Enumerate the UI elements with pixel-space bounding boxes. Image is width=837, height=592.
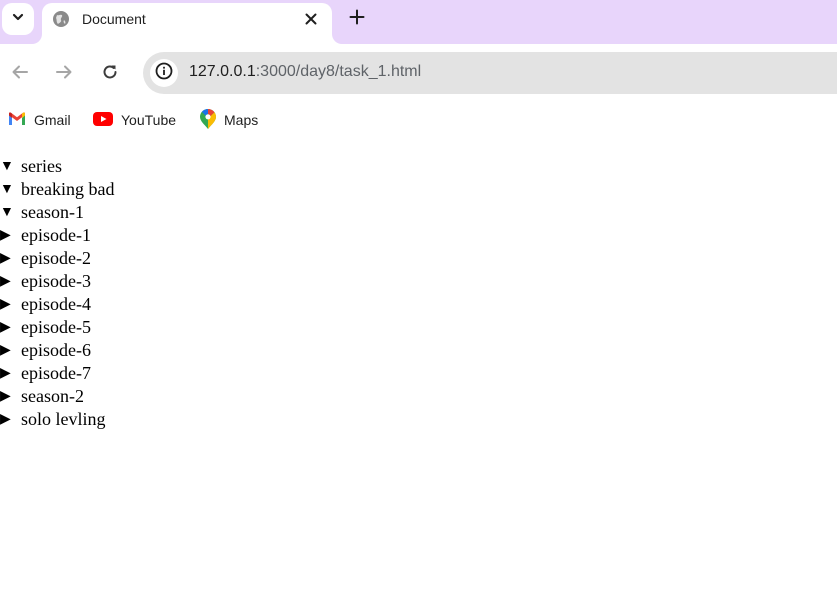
bookmark-label: Maps [224, 112, 259, 128]
tree-item-label: episode-2 [21, 248, 91, 268]
maps-icon [200, 108, 224, 132]
triangle-right-icon: ▶ [0, 251, 11, 266]
tree-item-label: episode-6 [21, 340, 91, 360]
tree-item-label: breaking bad [21, 179, 115, 199]
bookmark-maps[interactable]: Maps [200, 108, 259, 132]
tree-item-label: season-2 [21, 386, 84, 406]
bookmarks-bar: Gmail YouTube Maps [0, 102, 837, 138]
triangle-right-icon: ▶ [0, 343, 11, 358]
close-icon[interactable] [301, 9, 321, 29]
bookmark-label: YouTube [121, 112, 177, 128]
tree-item-label: episode-7 [21, 363, 91, 383]
bookmark-label: Gmail [34, 112, 71, 128]
triangle-right-icon: ▶ [0, 320, 11, 335]
tree-item-episode-5[interactable]: ▶ episode-5 [0, 316, 837, 339]
plus-icon [349, 9, 365, 30]
tree-item-label: episode-3 [21, 271, 91, 291]
url-path: :3000/day8/task_1.html [255, 63, 422, 80]
forward-button[interactable] [50, 60, 78, 88]
tree-item-label: episode-5 [21, 317, 91, 337]
new-tab-button[interactable] [345, 7, 369, 31]
bookmark-gmail[interactable]: Gmail [8, 109, 71, 131]
tab-search-button[interactable] [2, 3, 34, 35]
tree-item-label: series [21, 156, 62, 176]
triangle-right-icon: ▶ [0, 366, 11, 381]
tab-strip: Document [0, 0, 837, 44]
tree-item-episode-2[interactable]: ▶ episode-2 [0, 247, 837, 270]
triangle-right-icon: ▶ [0, 274, 11, 289]
arrow-left-icon [11, 63, 29, 86]
site-info-button[interactable] [150, 59, 178, 87]
tree-item-solo-levling[interactable]: ▶ solo levling [0, 408, 837, 431]
tree-item-label: episode-1 [21, 225, 91, 245]
tree-item-episode-1[interactable]: ▶ episode-1 [0, 224, 837, 247]
triangle-down-icon: ▼ [0, 205, 14, 220]
youtube-icon [93, 111, 121, 129]
page-content: ▼ series ▼ breaking bad ▼ season-1 ▶ episode… [0, 155, 837, 431]
triangle-right-icon: ▶ [0, 297, 11, 312]
address-bar[interactable]: 127.0.0.1:3000/day8/task_1.html [143, 52, 837, 94]
url-host: 127.0.0.1 [189, 63, 256, 80]
tab-document[interactable]: Document [42, 3, 332, 44]
toolbar: 127.0.0.1:3000/day8/task_1.html [0, 44, 837, 102]
triangle-right-icon: ▶ [0, 228, 11, 243]
back-button[interactable] [6, 60, 34, 88]
triangle-right-icon: ▶ [0, 389, 11, 404]
triangle-down-icon: ▼ [0, 182, 14, 197]
bookmark-youtube[interactable]: YouTube [93, 109, 176, 131]
address-url[interactable]: 127.0.0.1:3000/day8/task_1.html [189, 63, 421, 81]
info-icon [155, 62, 173, 85]
tree-item-season-2[interactable]: ▶ season-2 [0, 385, 837, 408]
tree-item-episode-6[interactable]: ▶ episode-6 [0, 339, 837, 362]
tree-item-episode-3[interactable]: ▶ episode-3 [0, 270, 837, 293]
tree-item-episode-4[interactable]: ▶ episode-4 [0, 293, 837, 316]
gmail-icon [8, 111, 34, 129]
tree-item-label: episode-4 [21, 294, 91, 314]
tab-title: Document [82, 11, 146, 27]
reload-icon [101, 63, 119, 86]
tree-item-series[interactable]: ▼ series [0, 155, 837, 178]
tree-item-label: solo levling [21, 409, 106, 429]
reload-button[interactable] [96, 60, 124, 88]
chevron-down-icon [11, 10, 25, 29]
tree-item-season-1[interactable]: ▼ season-1 [0, 201, 837, 224]
globe-icon [52, 10, 70, 28]
arrow-right-icon [55, 63, 73, 86]
tree-item-episode-7[interactable]: ▶ episode-7 [0, 362, 837, 385]
triangle-right-icon: ▶ [0, 412, 11, 427]
tree-item-breaking-bad[interactable]: ▼ breaking bad [0, 178, 837, 201]
tree-item-label: season-1 [21, 202, 84, 222]
triangle-down-icon: ▼ [0, 159, 14, 174]
